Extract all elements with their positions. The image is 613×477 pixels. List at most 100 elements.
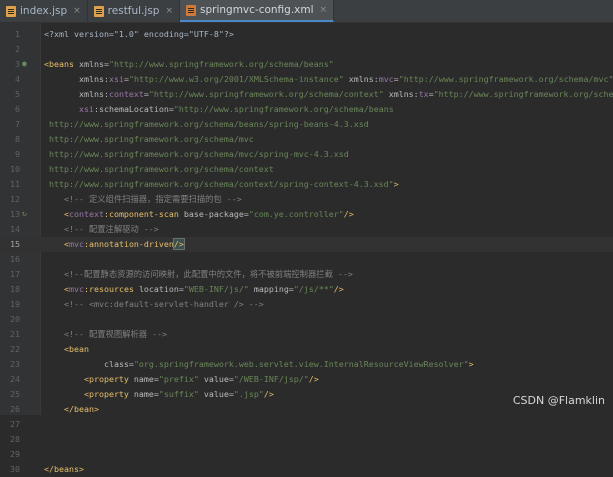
tab-springmvc-config-xml[interactable]: springmvc-config.xml × [180,0,335,22]
code-line[interactable]: 21 <!-- 配置视图解析器 --> [0,327,613,342]
line-number: 29 [10,449,20,459]
code-line[interactable]: 11 http://www.springframework.org/schema… [0,177,613,192]
code-token: xmlns: [78,89,109,99]
jsp-file-icon [6,5,16,17]
code-line[interactable]: 6 xsi:schemaLocation="http://www.springf… [0,102,613,117]
code-line[interactable]: 30 </beans> [0,462,613,477]
line-number: 11 [10,179,20,189]
code-token: /> [308,374,319,384]
code-token: <!--配置静态资源的访问映射，此配置中的文件，将不被前端控制器拦截 --> [44,269,353,279]
line-number: 7 [15,119,20,129]
line-code: <context:component-scan base-package="co… [44,207,354,222]
code-token: "com.ye.controller" [248,209,344,219]
line-number: 8 [15,134,20,144]
tab-label: springmvc-config.xml [200,4,314,16]
close-icon[interactable]: × [73,6,81,16]
code-token: "suffix" [158,389,199,399]
code-line[interactable]: 9 http://www.springframework.org/schema/… [0,147,613,162]
code-token: </beans> [44,464,84,474]
code-line[interactable]: 7 http://www.springframework.org/schema/… [0,117,613,132]
code-line[interactable]: 20 [0,312,613,327]
code-line[interactable]: 12 <!-- 定义组件扫描器，指定需要扫描的包 --> [0,192,613,207]
line-number: 14 [10,224,20,234]
line-code: class="org.springframework.web.servlet.v… [44,357,474,372]
code-line[interactable]: 29 [0,447,613,462]
code-line[interactable]: 27 [0,417,613,432]
navigate-gutter-icon[interactable]: ↻ [22,210,30,218]
line-code: http://www.springframework.org/schema/co… [44,177,399,192]
code-token: base-package= [183,209,249,219]
code-token: <?xml version="1.0" encoding="UTF-8"?> [44,29,234,39]
code-token: value= [203,374,234,384]
line-code: http://www.springframework.org/schema/be… [44,117,369,132]
tab-restful-jsp[interactable]: restful.jsp × [88,0,181,22]
code-line[interactable]: 4 xmlns:xsi="http://www.w3.org/2001/XMLS… [0,72,613,87]
code-token: tx [418,89,429,99]
code-token: "/WEB-INF/jsp/" [233,374,309,384]
line-number: 1 [15,29,20,39]
code-token: <property [83,374,134,384]
code-token: "http://www.springframework.org/schema/b… [108,59,334,69]
code-token: /> [343,209,354,219]
line-code: <mvc:annotation-driven/> [44,237,185,252]
code-line[interactable]: 10 http://www.springframework.org/schema… [0,162,613,177]
line-number: 19 [10,299,20,309]
code-line[interactable]: 3 ● <beans xmlns="http://www.springframewo… [0,57,613,72]
code-token: :schemaLocation= [93,104,174,114]
code-token: "http://www.springframework.org/schema/m… [398,74,613,84]
code-token: <!-- 配置视图解析器 --> [44,329,168,339]
code-token: "http://www.springframework.org/schema/b… [173,104,394,114]
code-line[interactable]: 16 [0,252,613,267]
code-line[interactable]: 5 xmlns:context="http://www.springframew… [0,87,613,102]
close-icon[interactable]: × [165,6,173,16]
code-token: /> [263,389,274,399]
editor-tab-bar: index.jsp × restful.jsp × springmvc-config.x… [0,0,613,23]
code-token: xmlns: [388,89,419,99]
code-line[interactable]: 18 <mvc:resources location="WEB-INF/js/"… [0,282,613,297]
line-code: <!-- 定义组件扫描器，指定需要扫描的包 --> [44,192,242,207]
line-code: xsi:schemaLocation="http://www.springfra… [44,102,394,117]
code-token: xmlns: [348,74,379,84]
code-line[interactable]: 17 <!--配置静态资源的访问映射，此配置中的文件，将不被前端控制器拦截 --… [0,267,613,282]
code-line[interactable]: 15 <mvc:annotation-driven/> [0,237,613,252]
code-token: location= [138,284,184,294]
line-code: <property name="prefix" value="/WEB-INF/… [44,372,319,387]
line-number: 30 [10,464,20,474]
code-line[interactable]: 2 [0,42,613,57]
line-code: <?xml version="1.0" encoding="UTF-8"?> [44,27,234,42]
bean-gutter-icon[interactable]: ● [22,60,30,68]
code-token: xmlns: [78,74,109,84]
tab-index-jsp[interactable]: index.jsp × [0,0,88,22]
code-line[interactable]: 13 ↻ <context:component-scan base-package… [0,207,613,222]
code-line[interactable]: 8 http://www.springframework.org/schema/… [0,132,613,147]
code-editor[interactable]: 1 <?xml version="1.0" encoding="UTF-8"?> 2… [0,23,613,474]
code-line[interactable]: 14 <!-- 配置注解驱动 --> [0,222,613,237]
line-code: <mvc:resources location="WEB-INF/js/" ma… [44,282,344,297]
code-token: value= [203,389,234,399]
code-line[interactable]: 28 [0,432,613,447]
code-token: http://www.springframework.org/schema/co… [44,179,394,189]
code-token: mvc [68,239,84,249]
code-token: mapping= [253,284,294,294]
code-line[interactable]: 22 <bean [0,342,613,357]
code-line[interactable]: 24 <property name="prefix" value="/WEB-I… [0,372,613,387]
code-token: > [393,179,399,189]
code-token: xsi [108,74,124,84]
code-line[interactable]: 19 <!-- <mvc:default-servlet-handler /> … [0,297,613,312]
code-line[interactable]: 23 class="org.springframework.web.servle… [0,357,613,372]
code-line[interactable]: 1 <?xml version="1.0" encoding="UTF-8"?> [0,27,613,42]
line-number: 12 [10,194,20,204]
code-token: mvc [378,74,394,84]
code-token: <!-- 配置注解驱动 --> [44,224,159,234]
code-token: name= [133,374,159,384]
code-token: "/js/**" [293,284,334,294]
code-token: http://www.springframework.org/schema/be… [44,119,369,129]
close-icon[interactable]: × [320,5,328,15]
line-number: 6 [15,104,20,114]
